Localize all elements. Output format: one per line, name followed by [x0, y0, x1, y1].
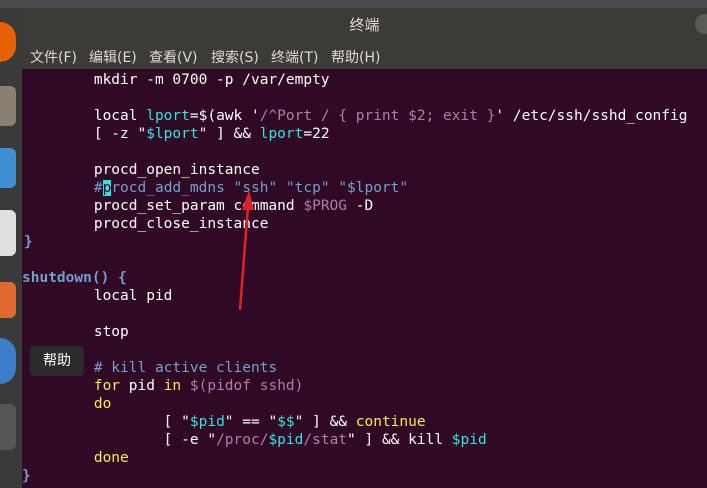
launcher-dock — [0, 0, 22, 488]
files-icon[interactable] — [0, 86, 16, 126]
help-tooltip: 帮助 — [30, 346, 84, 376]
terminal-window: 终端 文件(F) 编辑(E) 查看(V) 搜索(S) 终端(T) 帮助(H) m… — [22, 8, 707, 488]
arrow-head — [242, 190, 254, 210]
app-store-icon[interactable] — [0, 282, 16, 318]
top-panel — [0, 0, 707, 8]
help-icon[interactable] — [0, 338, 16, 384]
document-icon[interactable] — [0, 210, 16, 256]
terminal-app-icon[interactable] — [0, 404, 16, 450]
red-arrow-annotation — [238, 190, 254, 311]
software-icon[interactable] — [0, 148, 16, 188]
arrow-shaft — [238, 205, 250, 311]
firefox-icon[interactable] — [0, 22, 16, 62]
